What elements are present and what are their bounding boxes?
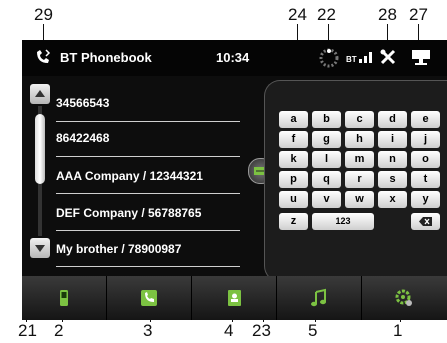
contact-row[interactable]: My brother / 78900987 [56, 234, 246, 264]
signal-icon [358, 50, 374, 69]
key-x[interactable]: x [378, 191, 407, 208]
tab-dial[interactable] [107, 276, 192, 320]
key-y[interactable]: y [411, 191, 440, 208]
backspace-button[interactable] [411, 213, 440, 230]
key-w[interactable]: w [345, 191, 374, 208]
clock: 10:34 [216, 50, 250, 65]
key-g[interactable]: g [312, 131, 341, 148]
key-n[interactable]: n [378, 151, 407, 168]
callout-28: 28 [378, 5, 397, 24]
row-divider [56, 156, 240, 157]
callout-29: 29 [34, 5, 53, 24]
callout-2: 2 [54, 321, 64, 340]
key-h[interactable]: h [345, 131, 374, 148]
callout-27: 27 [409, 5, 428, 24]
arrow-up-icon [35, 90, 45, 97]
callout-3: 3 [143, 321, 153, 340]
scroll-up-button[interactable] [30, 84, 50, 104]
arrow-down-icon [35, 245, 45, 252]
key-f[interactable]: f [279, 131, 308, 148]
bt-label: BT [346, 55, 357, 64]
tools-icon[interactable] [379, 48, 397, 71]
row-divider [56, 121, 240, 122]
device-screen: BT Phonebook 10:34 BT 34566543 86422468 … [22, 40, 447, 320]
key-z[interactable]: z [279, 213, 308, 230]
alphabet-keyboard: a b c d e f g h i j k l m n o p q r s t … [264, 80, 447, 282]
phonebook-icon [228, 290, 241, 306]
key-p[interactable]: p [279, 171, 308, 188]
callout-24: 24 [288, 5, 307, 24]
contact-row[interactable]: 34566543 [56, 88, 246, 118]
row-divider [56, 266, 240, 267]
screen-title: BT Phonebook [60, 50, 152, 65]
key-b[interactable]: b [312, 111, 341, 128]
key-v[interactable]: v [312, 191, 341, 208]
key-i[interactable]: i [378, 131, 407, 148]
key-l[interactable]: l [312, 151, 341, 168]
tab-settings[interactable] [362, 276, 446, 320]
dial-icon [141, 290, 157, 306]
bluetooth-phone-icon [34, 48, 52, 71]
loading-icon [318, 47, 340, 74]
settings-icon [395, 289, 412, 306]
tab-music[interactable] [277, 276, 362, 320]
key-c[interactable]: c [345, 111, 374, 128]
key-u[interactable]: u [279, 191, 308, 208]
callout-1: 1 [393, 321, 403, 340]
callout-22: 22 [317, 5, 336, 24]
music-icon [311, 288, 326, 307]
backspace-icon [419, 217, 432, 226]
key-s[interactable]: s [378, 171, 407, 188]
key-d[interactable]: d [378, 111, 407, 128]
contact-row[interactable]: 86422468 [56, 123, 246, 153]
scroll-thumb[interactable] [35, 114, 45, 184]
numeric-mode-button[interactable]: 123 [312, 213, 374, 230]
callout-5: 5 [308, 321, 318, 340]
key-j[interactable]: j [411, 131, 440, 148]
phone-icon [60, 290, 68, 306]
key-a[interactable]: a [279, 111, 308, 128]
row-divider [56, 193, 240, 194]
key-r[interactable]: r [345, 171, 374, 188]
row-divider [56, 230, 240, 231]
contact-list: 34566543 86422468 AAA Company / 12344321… [30, 76, 260, 296]
tab-phone[interactable] [22, 276, 107, 320]
key-t[interactable]: t [411, 171, 440, 188]
status-bar: BT Phonebook 10:34 BT [22, 40, 447, 76]
key-m[interactable]: m [345, 151, 374, 168]
display-icon[interactable] [411, 49, 431, 70]
key-k[interactable]: k [279, 151, 308, 168]
key-e[interactable]: e [411, 111, 440, 128]
contact-row[interactable]: DEF Company / 56788765 [56, 198, 246, 228]
key-o[interactable]: o [411, 151, 440, 168]
callout-4: 4 [224, 321, 234, 340]
key-q[interactable]: q [312, 171, 341, 188]
scrollbar[interactable] [30, 84, 50, 258]
scroll-down-button[interactable] [30, 238, 50, 258]
callout-23: 23 [252, 321, 271, 340]
contact-row[interactable]: AAA Company / 12344321 [56, 161, 246, 191]
bottom-nav [22, 276, 447, 320]
callout-21: 21 [18, 321, 37, 340]
tab-phonebook[interactable] [192, 276, 277, 320]
